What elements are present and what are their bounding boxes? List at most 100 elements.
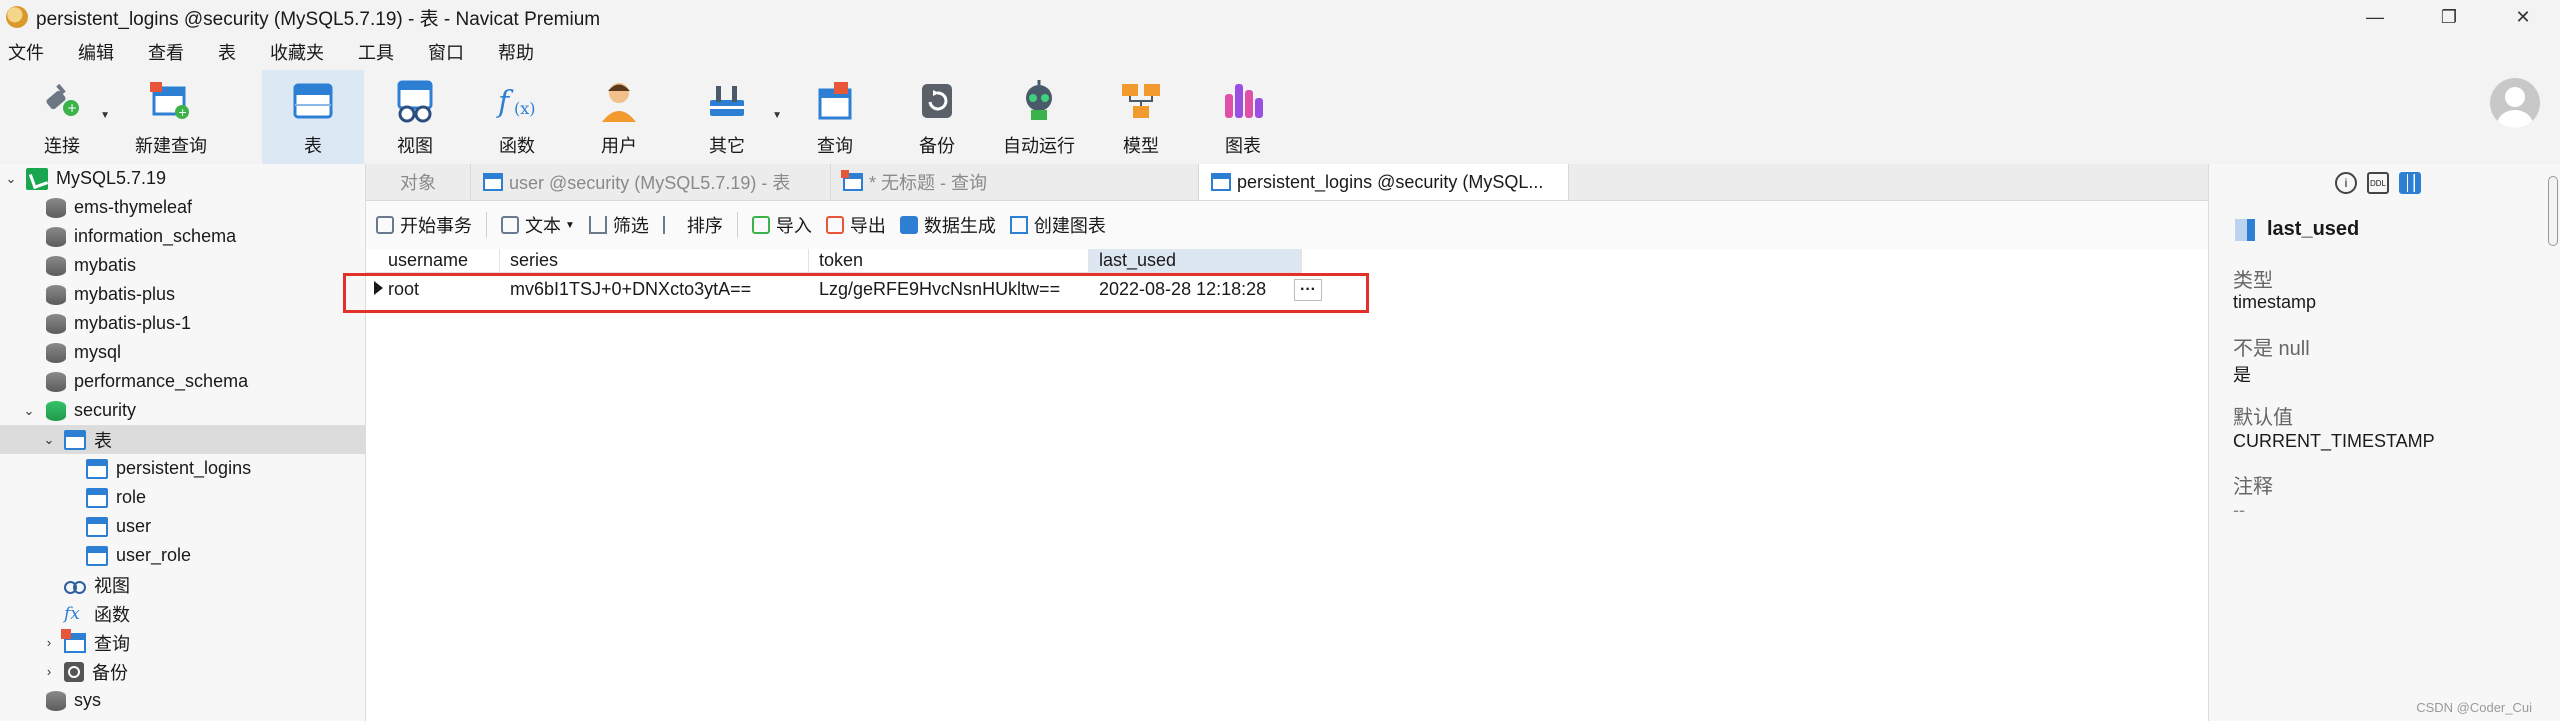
tree-db-mybatis[interactable]: mybatis	[0, 251, 366, 280]
backup-icon	[64, 661, 84, 682]
menu-table[interactable]: 表	[218, 39, 236, 65]
mysql-connection-icon	[26, 167, 48, 190]
user-avatar[interactable]	[2490, 78, 2540, 128]
tab-untitled-query[interactable]: * 无标题 - 查询	[831, 164, 1199, 200]
tab-persistent-logins[interactable]: persistent_logins @security (MySQL...	[1199, 164, 1569, 200]
columns-icon[interactable]	[2399, 172, 2421, 194]
automation-button[interactable]: 自动运行	[988, 70, 1090, 164]
type-label: 类型	[2233, 270, 2273, 292]
column-header-series[interactable]: series	[500, 249, 809, 273]
backup-icon	[914, 78, 960, 124]
backup-button[interactable]: 备份	[886, 70, 988, 164]
data-generation-button[interactable]: 数据生成	[899, 212, 996, 238]
tree-table-user[interactable]: user	[0, 512, 366, 541]
menu-window[interactable]: 窗口	[428, 39, 464, 65]
tree-tables-group[interactable]: ⌄ 表	[0, 425, 366, 454]
tree-functions[interactable]: fx 函数	[0, 599, 366, 628]
cell-last-used[interactable]: 2022-08-28 12:18:28	[1089, 274, 1289, 304]
tree-db-mybatis-plus[interactable]: mybatis-plus	[0, 280, 366, 309]
sort-button[interactable]: 排序	[662, 212, 723, 238]
menu-help[interactable]: 帮助	[498, 39, 534, 65]
info-scrollbar[interactable]	[2548, 176, 2558, 246]
text-button[interactable]: 文本 ▼	[501, 212, 575, 238]
tree-db-mysql[interactable]: mysql	[0, 338, 366, 367]
cell-series[interactable]: mv6bI1TSJ+0+DNXcto3ytA==	[500, 274, 809, 304]
filter-button[interactable]: 筛选	[588, 212, 649, 238]
model-button[interactable]: 模型	[1090, 70, 1192, 164]
minimize-button[interactable]: —	[2338, 0, 2412, 34]
chevron-down-icon[interactable]: ⌄	[4, 171, 18, 187]
column-header-username[interactable]: username	[366, 249, 500, 273]
create-chart-button[interactable]: 创建图表	[1009, 212, 1106, 238]
tree-db-mybatis-plus-1[interactable]: mybatis-plus-1	[0, 309, 366, 338]
tab-user-table[interactable]: user @security (MySQL5.7.19) - 表	[471, 164, 831, 200]
chart-icon	[1220, 78, 1266, 124]
database-icon	[46, 226, 66, 247]
ddl-icon[interactable]: DDL	[2367, 172, 2389, 194]
user-button[interactable]: 用户	[568, 70, 670, 164]
begin-transaction-label: 开始事务	[400, 216, 472, 236]
tree-queries[interactable]: › 查询	[0, 628, 366, 657]
tree-table-role[interactable]: role	[0, 483, 366, 512]
connect-button[interactable]: + 连接 ▼	[12, 70, 112, 164]
import-button[interactable]: 导入	[751, 212, 812, 238]
chart-button[interactable]: 图表	[1192, 70, 1294, 164]
svg-text:(x): (x)	[514, 99, 536, 118]
datetime-picker-button[interactable]: ···	[1294, 279, 1322, 301]
tree-views[interactable]: 视图	[0, 570, 366, 599]
query-button[interactable]: 查询	[784, 70, 886, 164]
chevron-down-icon[interactable]: ⌄	[42, 432, 56, 448]
tree-db-ems-thymeleaf[interactable]: ems-thymeleaf	[0, 193, 366, 222]
chevron-down-icon[interactable]: ▼	[100, 110, 110, 121]
tree-db-security[interactable]: ⌄ security	[0, 396, 366, 425]
menu-edit[interactable]: 编辑	[78, 39, 114, 65]
function-button[interactable]: f (x) 函数	[466, 70, 568, 164]
export-icon	[825, 216, 844, 234]
not-null-value: 是	[2233, 365, 2251, 385]
svg-text:+: +	[178, 106, 187, 119]
tab-objects[interactable]: 对象	[366, 164, 471, 200]
other-button[interactable]: 其它 ▼	[670, 70, 784, 164]
tree-table-user-role[interactable]: user_role	[0, 541, 366, 570]
chart-label: 图表	[1225, 136, 1261, 156]
close-button[interactable]: ✕	[2486, 0, 2560, 34]
tree-db-performance-schema[interactable]: performance_schema	[0, 367, 366, 396]
tree-backups[interactable]: › 备份	[0, 657, 366, 686]
title-bar: persistent_logins @security (MySQL5.7.19…	[0, 0, 2560, 34]
chevron-right-icon[interactable]: ›	[42, 635, 56, 650]
chevron-down-icon[interactable]: ▼	[772, 110, 782, 121]
tree-db-information-schema[interactable]: information_schema	[0, 222, 366, 251]
database-name: ems-thymeleaf	[74, 197, 193, 217]
filter-icon	[588, 216, 607, 234]
tree-db-sys[interactable]: sys	[0, 686, 366, 715]
begin-transaction-button[interactable]: 开始事务	[376, 212, 472, 238]
menu-tools[interactable]: 工具	[358, 39, 394, 65]
database-icon	[46, 313, 66, 334]
info-field-title: last_used	[2235, 218, 2359, 241]
database-name: mybatis-plus-1	[74, 313, 192, 333]
table-button[interactable]: 表	[262, 70, 364, 164]
table-icon	[1211, 173, 1231, 191]
info-icon[interactable]: i	[2335, 172, 2357, 194]
column-header-token[interactable]: token	[809, 249, 1089, 273]
database-name: mybatis	[74, 255, 137, 275]
chevron-down-icon[interactable]: ⌄	[22, 403, 36, 419]
new-query-button[interactable]: + 新建查询	[112, 70, 230, 164]
view-icon	[392, 78, 438, 124]
tree-connection[interactable]: ⌄ MySQL5.7.19	[0, 164, 366, 193]
menu-favorites[interactable]: 收藏夹	[270, 39, 324, 65]
column-header-last-used[interactable]: last_used	[1089, 249, 1302, 273]
view-button[interactable]: 视图	[364, 70, 466, 164]
menu-file[interactable]: 文件	[8, 39, 44, 65]
export-button[interactable]: 导出	[825, 212, 886, 238]
restore-button[interactable]: ❐	[2412, 0, 2486, 34]
chevron-right-icon[interactable]: ›	[42, 664, 56, 679]
menu-view[interactable]: 查看	[148, 39, 184, 65]
table-name: role	[116, 487, 147, 507]
tree-table-persistent-logins[interactable]: persistent_logins	[0, 454, 366, 483]
table-name: persistent_logins	[116, 458, 252, 478]
tab-label: persistent_logins @security (MySQL...	[1237, 171, 1544, 192]
tools-icon	[704, 78, 750, 124]
cell-username[interactable]: root	[378, 274, 500, 304]
cell-token[interactable]: Lzg/geRFE9HvcNsnHUkltw==	[809, 274, 1089, 304]
